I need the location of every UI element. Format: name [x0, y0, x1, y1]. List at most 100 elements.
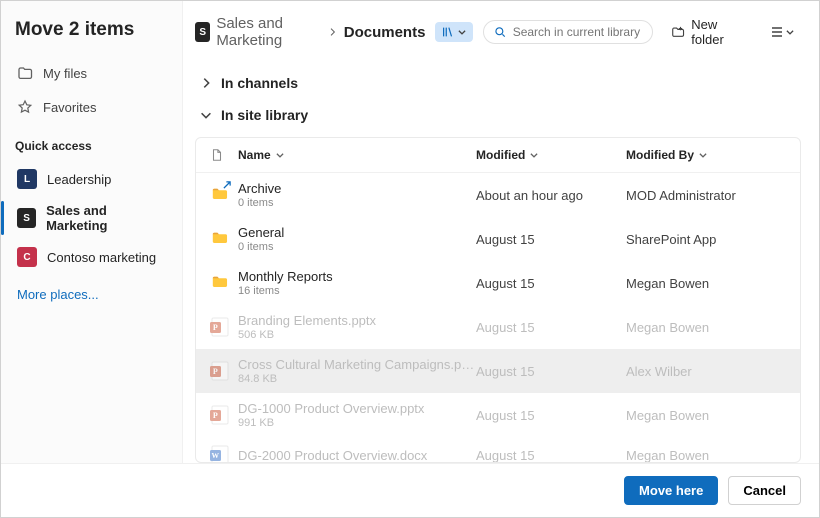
section-in-channels[interactable]: In channels — [195, 67, 801, 99]
col-modified-label: Modified — [476, 148, 525, 162]
row-name: DG-2000 Product Overview.docx — [238, 448, 476, 463]
row-modified: August 15 — [476, 320, 626, 335]
shortcut-arrow-icon — [222, 180, 232, 190]
row-icon — [210, 317, 238, 337]
new-folder-label: New folder — [691, 17, 745, 47]
table-row: DG-2000 Product Overview.docxAugust 15Me… — [196, 437, 800, 462]
row-modified-by: Megan Bowen — [626, 276, 786, 291]
search-box[interactable] — [483, 20, 653, 44]
crumb-library[interactable]: Documents — [344, 24, 426, 41]
col-modified[interactable]: Modified — [476, 148, 626, 162]
sidebar-item-sales-marketing[interactable]: S Sales and Marketing — [13, 197, 170, 239]
chevron-down-icon — [785, 27, 795, 37]
pptx-icon — [210, 405, 230, 425]
row-name: DG-1000 Product Overview.pptx — [238, 401, 476, 416]
row-modified: August 15 — [476, 232, 626, 247]
col-name[interactable]: Name — [238, 148, 476, 162]
main-panel: S Sales and Marketing Documents New fold… — [183, 1, 819, 463]
row-modified-by: SharePoint App — [626, 232, 786, 247]
row-icon — [210, 361, 238, 381]
sidebar-more-places[interactable]: More places... — [13, 281, 170, 308]
chevron-down-icon — [529, 150, 539, 160]
chevron-down-icon — [457, 27, 467, 37]
move-here-button[interactable]: Move here — [624, 476, 718, 505]
table-row: Branding Elements.pptx506 KBAugust 15Meg… — [196, 305, 800, 349]
sidebar-item-contoso-marketing[interactable]: C Contoso marketing — [13, 241, 170, 273]
sidebar-my-files-label: My files — [43, 66, 87, 81]
library-icon — [441, 25, 455, 39]
file-icon — [210, 148, 224, 162]
row-modified: About an hour ago — [476, 188, 626, 203]
sidebar-item-label: Sales and Marketing — [46, 203, 166, 233]
chevron-down-icon — [275, 150, 285, 160]
search-input[interactable] — [513, 25, 643, 39]
view-options-button[interactable] — [763, 20, 801, 44]
table-row: DG-1000 Product Overview.pptx991 KBAugus… — [196, 393, 800, 437]
row-modified-by: Megan Bowen — [626, 320, 786, 335]
sidebar-item-label: Leadership — [47, 172, 111, 187]
crumb-site[interactable]: Sales and Marketing — [216, 15, 321, 49]
dialog-title: Move 2 items — [13, 19, 170, 41]
row-modified: August 15 — [476, 408, 626, 423]
table-body: Archive0 itemsAbout an hour agoMOD Admin… — [196, 173, 800, 462]
row-name: General — [238, 225, 476, 240]
table-row: Cross Cultural Marketing Campaigns.p…84.… — [196, 349, 800, 393]
sidebar-item-label: Contoso marketing — [47, 250, 156, 265]
footer: Move here Cancel — [1, 463, 819, 517]
row-icon — [210, 275, 238, 291]
sidebar-item-leadership[interactable]: L Leadership — [13, 163, 170, 195]
library-selector[interactable] — [435, 22, 473, 42]
row-icon — [210, 445, 238, 462]
chevron-right-icon — [199, 76, 213, 90]
breadcrumb: S Sales and Marketing Documents — [195, 15, 473, 49]
new-folder-icon — [671, 24, 685, 40]
sidebar-favorites[interactable]: Favorites — [13, 93, 170, 121]
row-modified: August 15 — [476, 276, 626, 291]
row-modified-by: MOD Administrator — [626, 188, 786, 203]
row-name: Archive — [238, 181, 476, 196]
sidebar-favorites-label: Favorites — [43, 100, 96, 115]
row-modified-by: Alex Wilber — [626, 364, 786, 379]
col-modified-by[interactable]: Modified By — [626, 148, 786, 162]
chevron-down-icon — [199, 108, 213, 122]
table-header: Name Modified Modified By — [196, 138, 800, 173]
docx-icon — [210, 445, 230, 462]
file-table: Name Modified Modified By Archive0 items… — [195, 137, 801, 463]
section-in-site-library[interactable]: In site library — [195, 99, 801, 131]
row-name: Cross Cultural Marketing Campaigns.p… — [238, 357, 476, 372]
table-row[interactable]: Archive0 itemsAbout an hour agoMOD Admin… — [196, 173, 800, 217]
row-modified-by: Megan Bowen — [626, 408, 786, 423]
section-channels-label: In channels — [221, 75, 298, 91]
section-sitelib-label: In site library — [221, 107, 308, 123]
pptx-icon — [210, 361, 230, 381]
row-meta: 16 items — [238, 285, 476, 297]
folder-icon — [210, 231, 230, 247]
chevron-right-icon — [327, 25, 338, 39]
row-name: Branding Elements.pptx — [238, 313, 476, 328]
site-icon: C — [17, 247, 37, 267]
pptx-icon — [210, 317, 230, 337]
row-modified-by: Megan Bowen — [626, 448, 786, 463]
folder-icon — [210, 275, 230, 291]
cancel-button[interactable]: Cancel — [728, 476, 801, 505]
row-icon — [210, 187, 238, 203]
col-by-label: Modified By — [626, 148, 694, 162]
table-row[interactable]: General0 itemsAugust 15SharePoint App — [196, 217, 800, 261]
row-meta: 0 items — [238, 197, 476, 209]
col-name-label: Name — [238, 148, 271, 162]
row-meta: 506 KB — [238, 329, 476, 341]
sidebar-quickaccess-heading: Quick access — [15, 139, 170, 153]
site-icon: S — [17, 208, 36, 228]
search-icon — [494, 25, 506, 39]
chevron-down-icon — [698, 150, 708, 160]
new-folder-button[interactable]: New folder — [663, 13, 753, 51]
row-icon — [210, 231, 238, 247]
row-meta: 991 KB — [238, 417, 476, 429]
row-modified: August 15 — [476, 448, 626, 463]
row-meta: 84.8 KB — [238, 373, 476, 385]
col-icon — [210, 148, 238, 162]
sidebar-my-files[interactable]: My files — [13, 59, 170, 87]
row-meta: 0 items — [238, 241, 476, 253]
site-icon: L — [17, 169, 37, 189]
table-row[interactable]: Monthly Reports16 itemsAugust 15Megan Bo… — [196, 261, 800, 305]
